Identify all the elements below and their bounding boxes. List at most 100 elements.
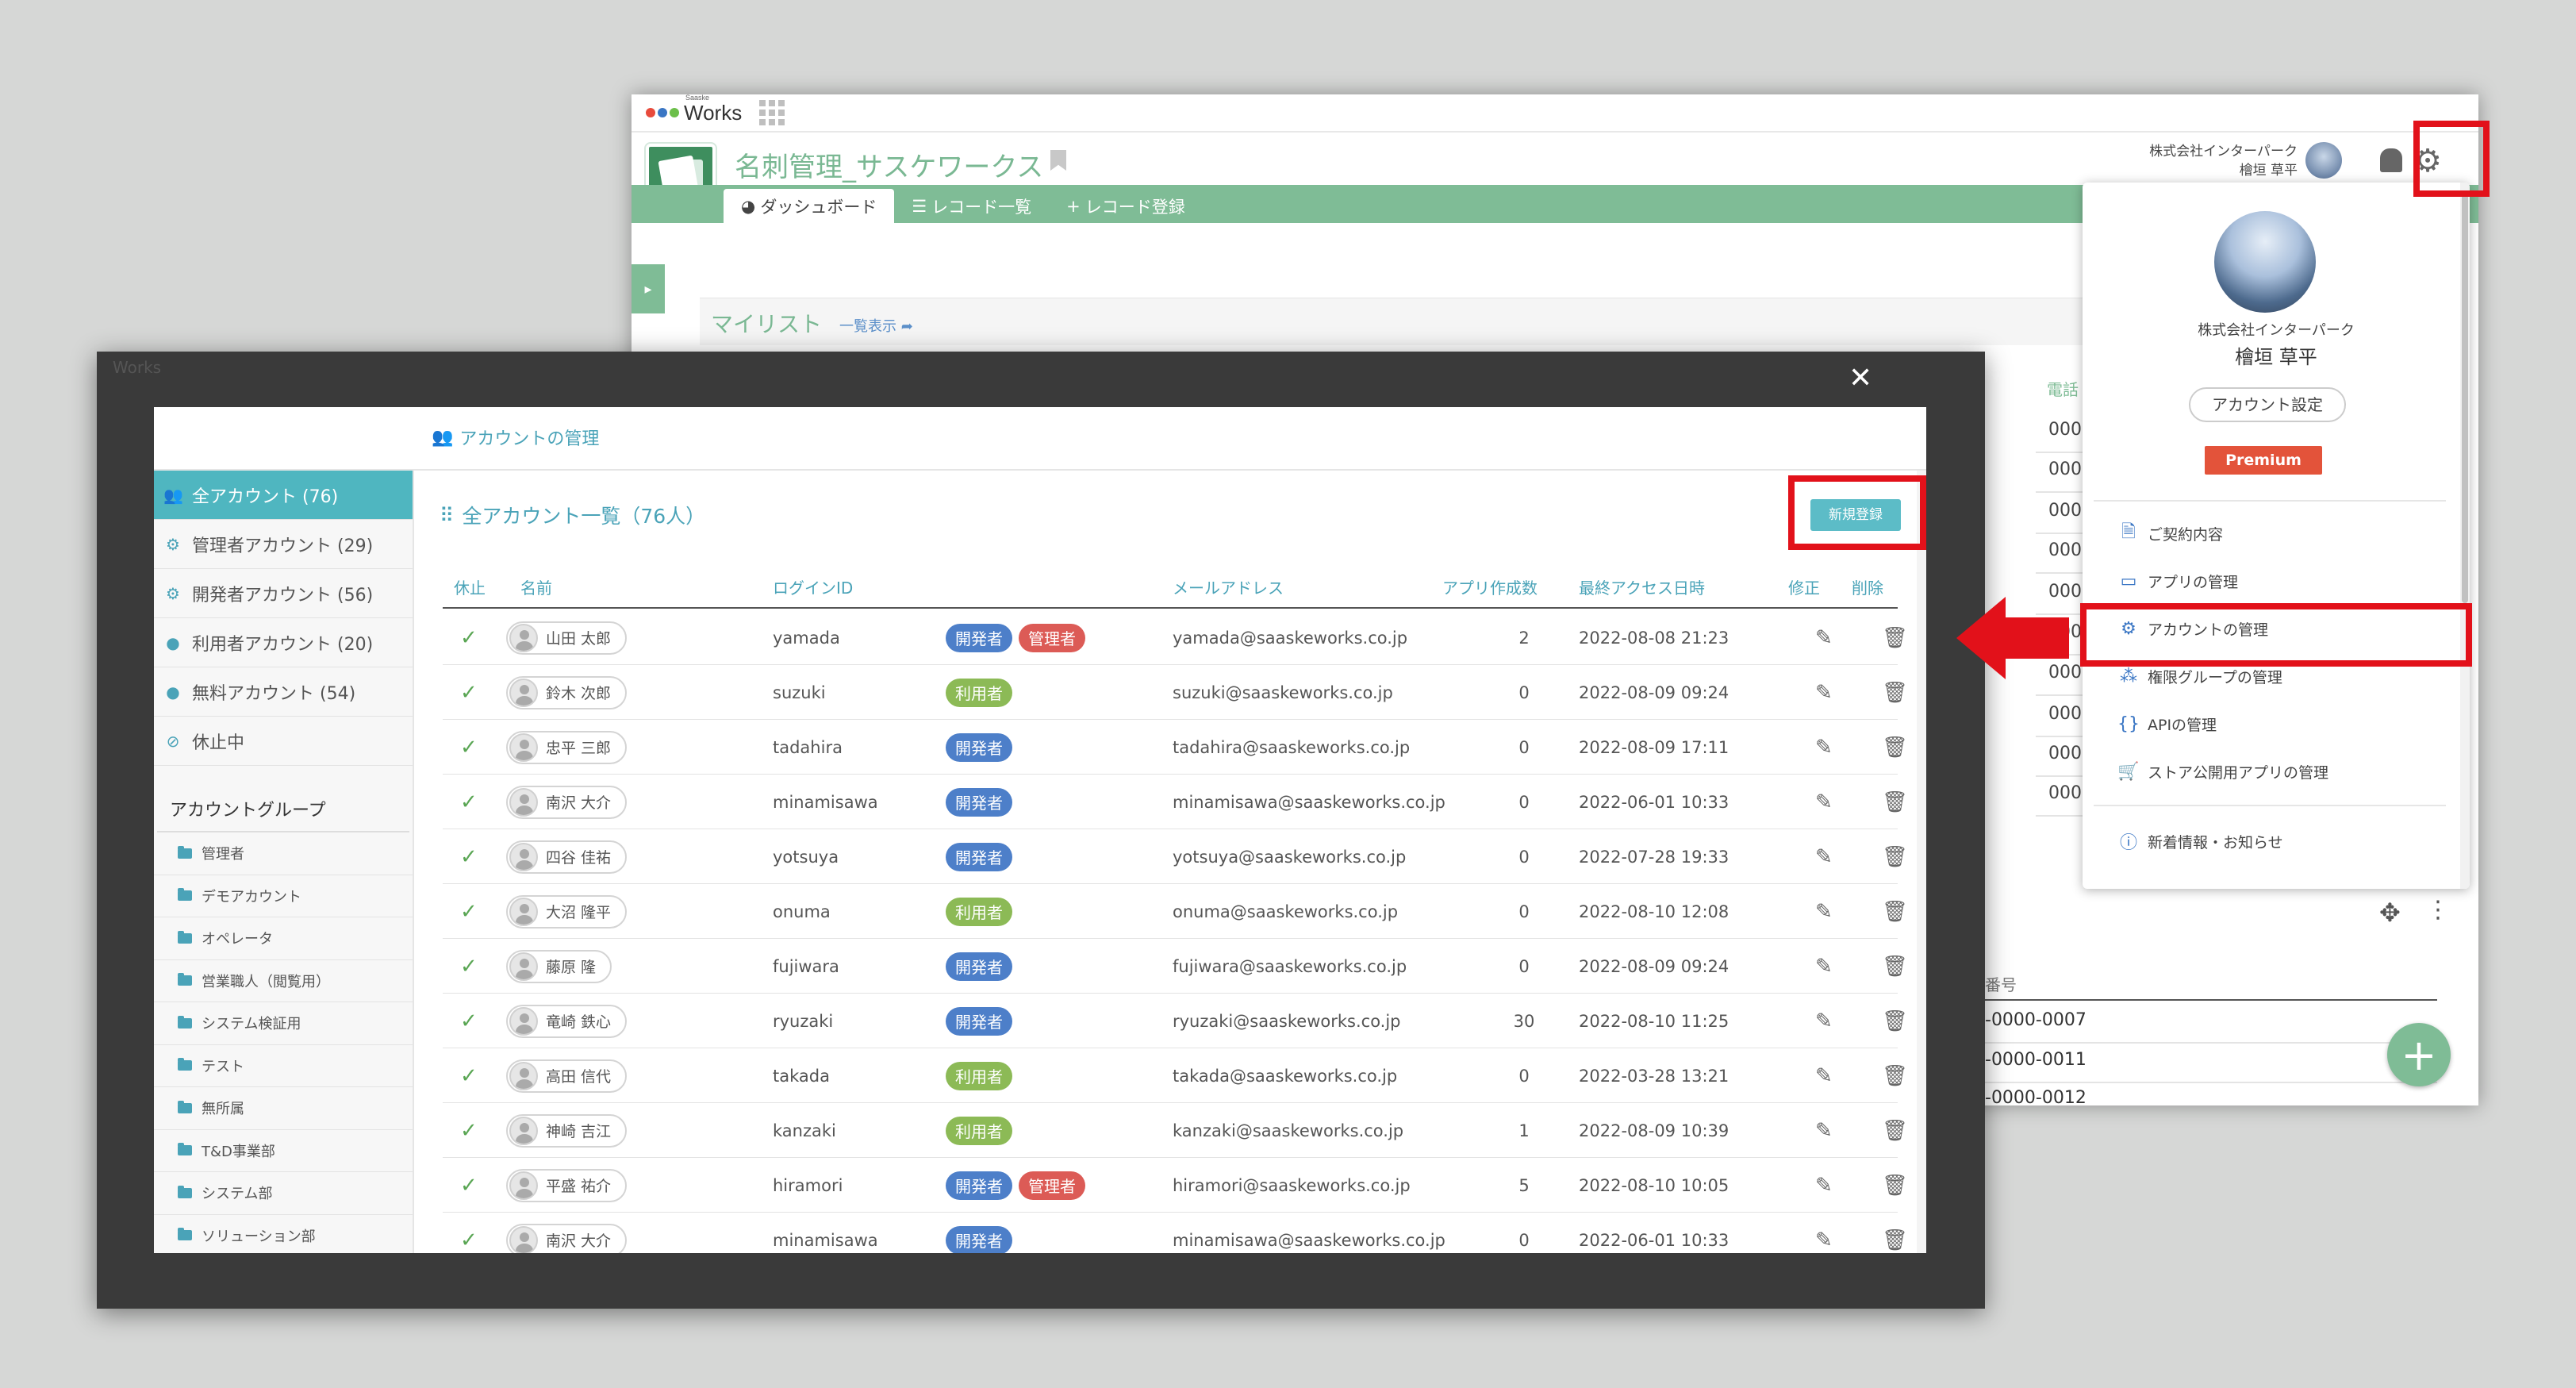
edit-button[interactable]: ✎ — [1815, 884, 1833, 939]
delete-button[interactable]: 🗑 — [1882, 775, 1908, 829]
table-row[interactable]: ✓ 四谷 佳祐 yotsuya 開発者 yotsuya@saaskeworks.co.j… — [443, 829, 1908, 884]
mylist-view-link[interactable]: 一覧表示 ➦ — [839, 315, 913, 336]
delete-button[interactable]: 🗑 — [1882, 884, 1908, 939]
close-icon[interactable]: ✕ — [1849, 362, 1872, 394]
user-chip[interactable]: 神崎 吉江 — [506, 1113, 628, 1148]
table-row[interactable]: ✓ 忠平 三郎 tadahira 開発者 tadahira@saaskeworks.co… — [443, 720, 1908, 775]
user-chip[interactable]: 平盛 祐介 — [506, 1168, 628, 1202]
delete-button[interactable]: 🗑 — [1882, 994, 1908, 1048]
delete-button[interactable]: 🗑 — [1882, 720, 1908, 775]
group-item[interactable]: T&D事業部 — [154, 1130, 413, 1172]
menu-contract[interactable]: 🗎 ご契約内容 — [2117, 522, 2223, 544]
user-chip[interactable]: 竜崎 鉄心 — [506, 1004, 628, 1038]
edit-button[interactable]: ✎ — [1815, 775, 1833, 829]
suspend-toggle[interactable]: ✓ — [460, 1103, 478, 1158]
col-app-count[interactable]: アプリ作成数 — [1442, 575, 1538, 598]
sidebar-item-3[interactable]: ● 利用者アカウント (20) — [154, 618, 413, 667]
delete-button[interactable]: 🗑 — [1882, 1213, 1908, 1253]
account-settings-button[interactable]: アカウント設定 — [2189, 387, 2346, 422]
suspend-toggle[interactable]: ✓ — [460, 610, 478, 665]
edit-button[interactable]: ✎ — [1815, 720, 1833, 775]
panel-scrollbar[interactable] — [1917, 471, 1926, 1253]
user-chip[interactable]: 忠平 三郎 — [506, 730, 628, 764]
table-row[interactable]: ✓ 山田 太郎 yamada 開発者 管理者 yamada@saaskeworks.co.… — [443, 610, 1908, 665]
col-suspended[interactable]: 休止 — [454, 575, 486, 598]
suspend-toggle[interactable]: ✓ — [460, 665, 478, 720]
move-icon[interactable]: ✥ — [2379, 898, 2401, 928]
suspend-toggle[interactable]: ✓ — [460, 939, 478, 994]
group-item[interactable]: 営業職人（閲覧用） — [154, 960, 413, 1002]
user-chip[interactable]: 南沢 大介 — [506, 1223, 628, 1253]
table-row[interactable]: ✓ 高田 信代 takada 利用者 takada@saaskeworks.co.jp 0… — [443, 1048, 1908, 1103]
bell-icon[interactable] — [2380, 148, 2402, 172]
group-item[interactable]: オペレータ — [154, 917, 413, 960]
works-logo[interactable]: Saaske Works — [646, 94, 742, 125]
edit-button[interactable]: ✎ — [1815, 1103, 1833, 1158]
delete-button[interactable]: 🗑 — [1882, 1158, 1908, 1213]
table-row[interactable]: ✓ 神崎 吉江 kanzaki 利用者 kanzaki@saaskeworks.co.j… — [443, 1103, 1908, 1158]
edit-button[interactable]: ✎ — [1815, 994, 1833, 1048]
group-item[interactable]: デモアカウント — [154, 875, 413, 917]
group-item[interactable]: システム検証用 — [154, 1002, 413, 1045]
group-item[interactable]: システム部 — [154, 1172, 413, 1215]
dropdown-scrollbar[interactable] — [2460, 183, 2470, 889]
suspend-toggle[interactable]: ✓ — [460, 884, 478, 939]
group-item[interactable]: ソリューション部 — [154, 1215, 413, 1254]
sidebar-item-5[interactable]: ⊘ 休止中 — [154, 717, 413, 766]
col-last-access[interactable]: 最終アクセス日時 — [1579, 575, 1705, 598]
user-chip[interactable]: 高田 信代 — [506, 1059, 628, 1093]
user-chip[interactable]: 藤原 隆 — [506, 949, 612, 983]
edit-button[interactable]: ✎ — [1815, 665, 1833, 720]
suspend-toggle[interactable]: ✓ — [460, 720, 478, 775]
delete-button[interactable]: 🗑 — [1882, 610, 1908, 665]
delete-button[interactable]: 🗑 — [1882, 1048, 1908, 1103]
col-email[interactable]: メールアドレス — [1173, 575, 1284, 598]
edit-button[interactable]: ✎ — [1815, 1048, 1833, 1103]
edit-button[interactable]: ✎ — [1815, 939, 1833, 994]
suspend-toggle[interactable]: ✓ — [460, 1158, 478, 1213]
delete-button[interactable]: 🗑 — [1882, 1103, 1908, 1158]
menu-api-management[interactable]: {} APIの管理 — [2117, 713, 2217, 735]
menu-permission-groups[interactable]: ⁂ 権限グループの管理 — [2117, 665, 2282, 687]
table-row[interactable]: ✓ 平盛 祐介 hiramori 開発者 管理者 hiramori@saaskeworks… — [443, 1158, 1908, 1213]
edit-button[interactable]: ✎ — [1815, 1213, 1833, 1253]
edit-button[interactable]: ✎ — [1815, 829, 1833, 884]
table-row[interactable]: ✓ 竜崎 鉄心 ryuzaki 開発者 ryuzaki@saaskeworks.co.j… — [443, 994, 1908, 1048]
user-chip[interactable]: 鈴木 次郎 — [506, 675, 628, 709]
kebab-menu-icon[interactable]: ⋮ — [2426, 896, 2450, 924]
menu-news[interactable]: ⓘ 新着情報・お知らせ — [2117, 830, 2283, 853]
sidebar-item-0[interactable]: 👥 全アカウント (76) — [154, 471, 413, 520]
group-item[interactable]: テスト — [154, 1045, 413, 1087]
avatar[interactable] — [2305, 142, 2342, 179]
table-row[interactable]: ✓ 南沢 大介 minamisawa 開発者 minamisawa@saaskework… — [443, 1213, 1908, 1253]
menu-app-management[interactable]: ▭ アプリの管理 — [2117, 570, 2238, 592]
add-fab-button[interactable]: + — [2387, 1023, 2451, 1086]
edit-button[interactable]: ✎ — [1815, 610, 1833, 665]
suspend-toggle[interactable]: ✓ — [460, 829, 478, 884]
delete-button[interactable]: 🗑 — [1882, 939, 1908, 994]
suspend-toggle[interactable]: ✓ — [460, 1213, 478, 1253]
table-row[interactable]: ✓ 藤原 隆 fujiwara 開発者 fujiwara@saaskeworks.co.… — [443, 939, 1908, 994]
user-chip[interactable]: 大沼 隆平 — [506, 894, 628, 929]
sidebar-item-2[interactable]: ⚙ 開発者アカウント (56) — [154, 569, 413, 618]
user-chip[interactable]: 山田 太郎 — [506, 621, 628, 655]
delete-button[interactable]: 🗑 — [1882, 829, 1908, 884]
group-item[interactable]: 無所属 — [154, 1087, 413, 1130]
sidebar-toggle[interactable]: ▸ — [632, 264, 665, 313]
tab-record-list[interactable]: ☰ レコード一覧 — [894, 189, 1049, 223]
sidebar-item-4[interactable]: ● 無料アカウント (54) — [154, 667, 413, 717]
table-row[interactable]: ✓ 南沢 大介 minamisawa 開発者 minamisawa@saaskework… — [443, 775, 1908, 829]
table-row[interactable]: ✓ 鈴木 次郎 suzuki 利用者 suzuki@saaskeworks.co.jp 0… — [443, 665, 1908, 720]
suspend-toggle[interactable]: ✓ — [460, 994, 478, 1048]
tab-dashboard[interactable]: ◕ ダッシュボード — [724, 189, 895, 223]
group-item[interactable]: 管理者 — [154, 832, 413, 875]
col-name[interactable]: 名前 — [520, 575, 552, 598]
col-login-id[interactable]: ログインID — [773, 575, 853, 598]
user-chip[interactable]: 南沢 大介 — [506, 785, 628, 819]
app-grid-icon[interactable] — [759, 100, 785, 125]
edit-button[interactable]: ✎ — [1815, 1158, 1833, 1213]
user-chip[interactable]: 四谷 佳祐 — [506, 840, 628, 874]
tab-record-add[interactable]: + レコード登録 — [1049, 189, 1203, 223]
menu-store-apps[interactable]: 🛒 ストア公開用アプリの管理 — [2117, 760, 2328, 782]
sidebar-item-1[interactable]: ⚙ 管理者アカウント (29) — [154, 520, 413, 569]
